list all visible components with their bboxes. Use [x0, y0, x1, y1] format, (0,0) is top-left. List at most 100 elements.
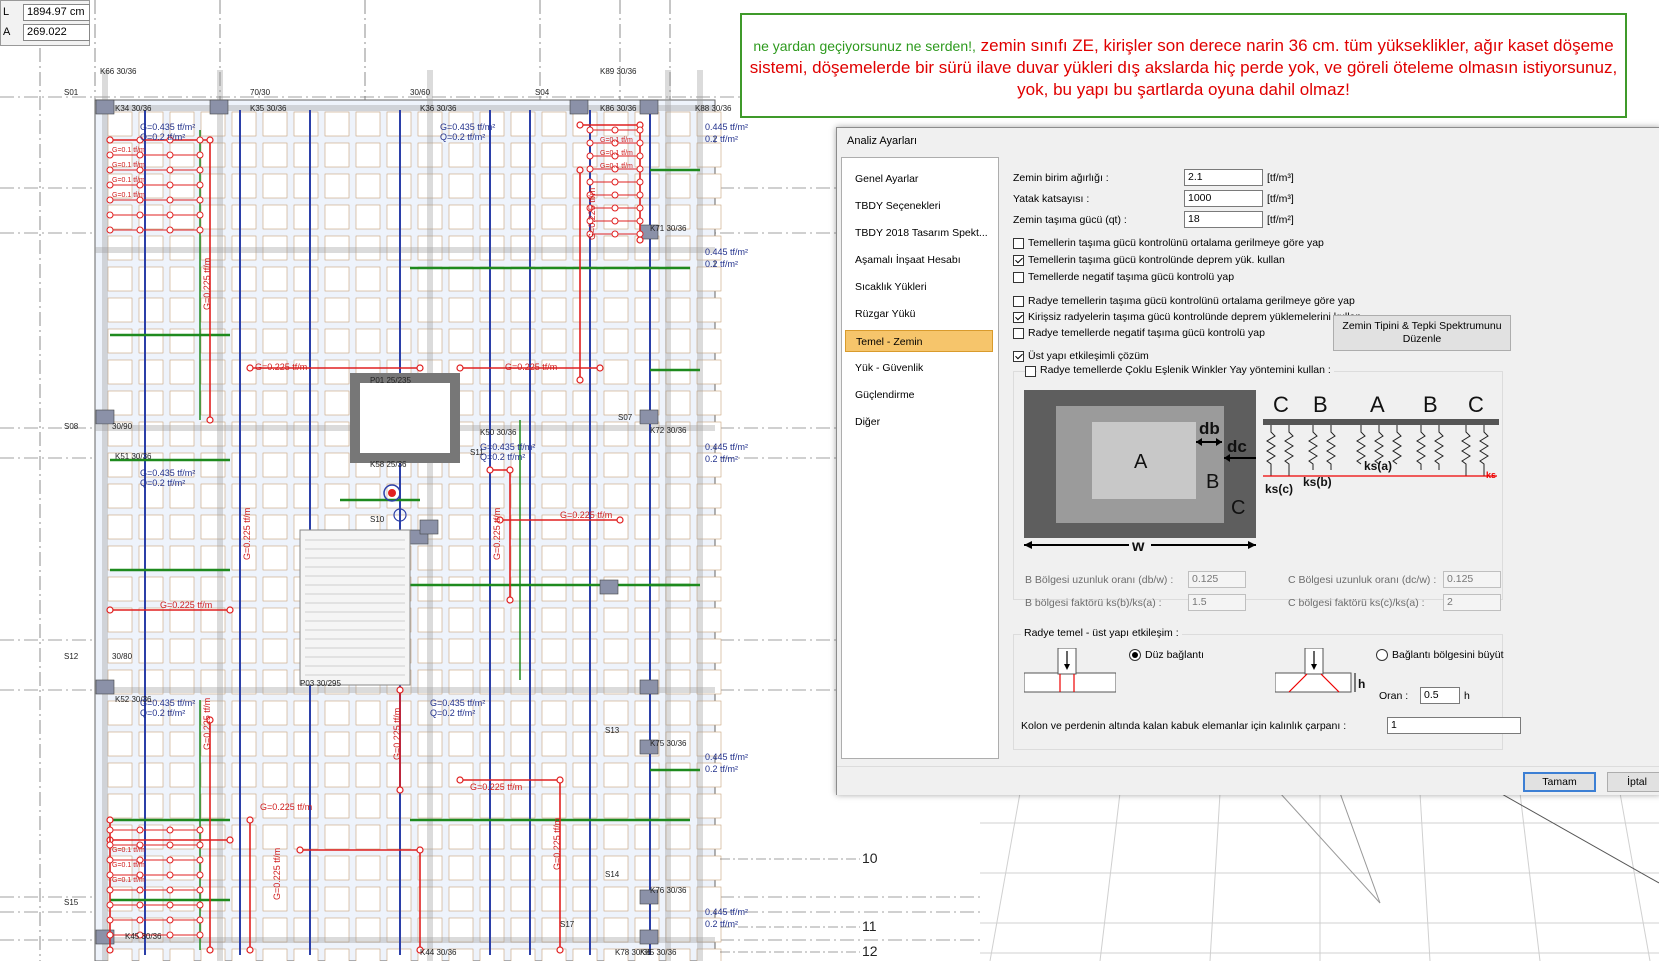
coffer-cell [479, 390, 505, 416]
coffer-cell [541, 607, 567, 633]
check-ust-yapi-etkilesimli[interactable] [1013, 351, 1024, 362]
coffer-cell [572, 793, 598, 819]
coffer-cell [293, 824, 319, 850]
wall-load-node [196, 886, 204, 894]
wall-load-node [246, 816, 254, 824]
coffer-cell [231, 173, 257, 199]
check-radye-ortalama[interactable] [1013, 296, 1024, 307]
plan-label: K58 25/36 [370, 460, 407, 469]
nav-item-yuk-guvenlik[interactable]: Yük - Güvenlik [845, 357, 993, 379]
wall-load-label: G=0.225 tf/m [492, 508, 502, 560]
b-uzunluk-input[interactable]: 0.125 [1188, 571, 1246, 588]
column [639, 99, 659, 115]
wall-load-node [136, 826, 144, 834]
check-deprem-yuk[interactable] [1013, 255, 1024, 266]
area-load-q: Q=0.2 tf/m² [140, 708, 185, 718]
check-kirissiz-radye-deprem[interactable] [1013, 312, 1024, 323]
coffer-cell [603, 545, 629, 571]
check-ust-yapi-etkilesimli-label: Üst yapı etkileşimli çözüm [1028, 350, 1149, 362]
plan-label: K45 30/36 [125, 932, 162, 941]
nav-item-tbdy-2018-spektrum[interactable]: TBDY 2018 Tasarım Spekt... [845, 222, 993, 244]
radio-duz-baglanti[interactable] [1129, 649, 1141, 661]
coffer-cell [572, 483, 598, 509]
coffer-cell [231, 390, 257, 416]
check-ortalama-gerilme[interactable] [1013, 238, 1024, 249]
edge-area-load: 0.445 tf/m² [705, 442, 748, 452]
wall-load-node [206, 946, 214, 954]
wall-load-node [106, 931, 114, 939]
oran-input[interactable]: 0.5 [1420, 687, 1460, 704]
coffer-cell [355, 855, 381, 881]
measure-length-value[interactable]: 1894.97 cm [23, 4, 90, 21]
coffer-cell [541, 793, 567, 819]
coffer-cell [169, 731, 195, 757]
area-load-q: Q=0.2 tf/m² [140, 132, 185, 142]
c-faktor-input[interactable]: 2 [1443, 594, 1501, 611]
small-load-label: G=0.1 tf/m [112, 847, 145, 854]
coffer-cell [169, 948, 195, 961]
baglanti-buyut-diagram: h [1275, 648, 1365, 693]
column [95, 99, 115, 115]
coffer-cell [448, 142, 474, 168]
dc-label: dc [1227, 437, 1247, 456]
check-negatif-tasima[interactable] [1013, 272, 1024, 283]
coffer-cell [231, 328, 257, 354]
zemin-birim-agirligi-input[interactable]: 2.1 [1184, 169, 1263, 186]
ok-button[interactable]: Tamam [1523, 772, 1596, 792]
ks-end-label: ks [1486, 470, 1496, 480]
area-load-q: Q=0.2 tf/m² [440, 132, 485, 142]
coffer-cell [541, 111, 567, 137]
coffer-cell [138, 638, 164, 664]
coffer-cell [107, 266, 133, 292]
nav-item-diger[interactable]: Diğer [845, 411, 993, 433]
spring-element [1284, 425, 1294, 476]
small-load-label: G=0.1 tf/m [112, 192, 145, 199]
b-faktor-input[interactable]: 1.5 [1188, 594, 1246, 611]
nav-item-guclendirme[interactable]: Güçlendirme [845, 384, 993, 406]
wall-load-node [556, 776, 564, 784]
spring-element [1308, 425, 1318, 470]
kalinlik-carpani-input[interactable]: 1 [1387, 717, 1521, 734]
yatak-katsayisi-input[interactable]: 1000 [1184, 190, 1263, 207]
wall-load-node [396, 686, 404, 694]
check-radye-ortalama-label: Radye temellerin taşıma gücü kontrolünü … [1028, 295, 1355, 307]
column [419, 519, 439, 535]
zone-c-label: C [1231, 497, 1245, 519]
measure-panel: L 1894.97 cm A 269.022 [0, 0, 90, 46]
coffer-cell [572, 142, 598, 168]
cancel-button[interactable]: İptal [1607, 772, 1659, 792]
coffer-cell [572, 390, 598, 416]
nav-item-ruzgar-yuku[interactable]: Rüzgar Yükü [845, 303, 993, 325]
plan-label: K88 30/36 [695, 104, 732, 113]
column [569, 99, 589, 115]
coffer-cell [293, 142, 319, 168]
check-radye-negatif[interactable] [1013, 328, 1024, 339]
nav-item-tbdy-secenekleri[interactable]: TBDY Seçenekleri [845, 195, 993, 217]
coffer-cell [262, 762, 288, 788]
zemin-tipi-spektrum-button[interactable]: Zemin Tipini & Tepki Spektrumunu Düzenle [1333, 315, 1511, 351]
coffer-cell [324, 173, 350, 199]
nav-item-sicaklik-yukleri[interactable]: Sıcaklık Yükleri [845, 276, 993, 298]
coffer-cell [634, 607, 660, 633]
coffer-cell [324, 948, 350, 961]
nav-item-temel-zemin[interactable]: Temel - Zemin [845, 330, 993, 352]
coffer-cell [634, 297, 660, 323]
coffer-cell [355, 328, 381, 354]
measure-area-value[interactable]: 269.022 [23, 24, 90, 41]
coffer-cell [634, 483, 660, 509]
coffer-cell [107, 793, 133, 819]
radio-baglanti-buyut[interactable] [1376, 649, 1388, 661]
plan-label: S07 [618, 413, 633, 422]
wall-load-node [486, 466, 494, 474]
c-uzunluk-input[interactable]: 0.125 [1443, 571, 1501, 588]
db-label: db [1199, 419, 1220, 438]
small-load-label: G=0.1 tf/m [600, 150, 633, 157]
check-winkler-yontemi[interactable] [1025, 366, 1036, 377]
nav-item-genel-ayarlar[interactable]: Genel Ayarlar [845, 168, 993, 190]
mass-center-dot [388, 489, 396, 497]
coffer-cell [572, 731, 598, 757]
zemin-tasima-gucu-label: Zemin taşıma gücü (qt) : [1013, 214, 1127, 226]
nav-item-asamali-insaat[interactable]: Aşamalı İnşaat Hesabı [845, 249, 993, 271]
zemin-tasima-gucu-input[interactable]: 18 [1184, 211, 1263, 228]
check-negatif-tasima-label: Temellerde negatif taşıma gücü kontrolü … [1028, 271, 1235, 283]
